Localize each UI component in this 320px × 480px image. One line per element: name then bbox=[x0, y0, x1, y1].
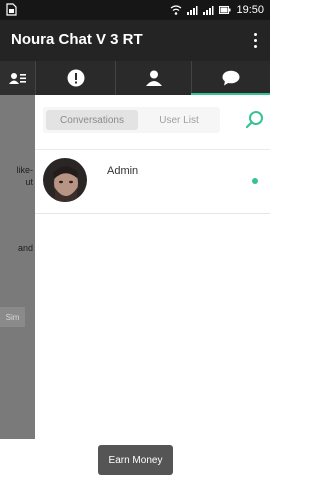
tab-contacts[interactable] bbox=[0, 61, 35, 95]
tab-profile[interactable] bbox=[115, 61, 191, 95]
more-vert-icon[interactable] bbox=[248, 28, 262, 52]
wifi-icon bbox=[171, 5, 182, 15]
drawer-text-line: like- bbox=[16, 165, 33, 175]
sim-card-icon bbox=[6, 3, 17, 16]
app-title: Noura Chat V 3 RT bbox=[11, 31, 143, 48]
conversations-panel: Conversations User List Admin bbox=[35, 95, 270, 439]
battery-icon bbox=[219, 6, 231, 14]
divider bbox=[35, 213, 270, 214]
contacts-card-icon bbox=[8, 73, 26, 84]
conversations-tab[interactable]: Conversations bbox=[46, 110, 138, 130]
signal-2-icon bbox=[203, 6, 214, 15]
tab-bar bbox=[0, 61, 270, 95]
app-bar: Noura Chat V 3 RT bbox=[0, 20, 270, 61]
status-bar: 19:50 bbox=[0, 0, 270, 20]
online-status-dot bbox=[252, 178, 258, 184]
signal-1-icon bbox=[187, 6, 198, 15]
alert-icon bbox=[67, 69, 84, 87]
drawer-text-line: ut bbox=[25, 177, 33, 187]
conversation-name: Admin bbox=[107, 165, 139, 177]
screen: 19:50 Noura Chat V 3 RT like- ut and Sim… bbox=[0, 0, 270, 480]
drawer-text-line: and bbox=[17, 243, 33, 253]
status-icons: 19:50 bbox=[170, 3, 264, 17]
segmented-control: Conversations User List bbox=[43, 107, 220, 133]
tab-alerts[interactable] bbox=[35, 61, 115, 95]
status-time: 19:50 bbox=[236, 4, 264, 16]
drawer-button[interactable]: Sim bbox=[0, 307, 25, 327]
avatar bbox=[43, 158, 87, 202]
side-drawer[interactable]: like- ut and Sim bbox=[0, 95, 35, 439]
chat-bubble-icon bbox=[222, 70, 240, 86]
tab-chats[interactable] bbox=[191, 61, 270, 95]
search-icon[interactable] bbox=[245, 110, 265, 130]
earn-money-button[interactable]: Earn Money bbox=[98, 445, 173, 475]
person-icon bbox=[145, 70, 162, 86]
conversation-row[interactable]: Admin bbox=[35, 150, 270, 213]
user-list-tab[interactable]: User List bbox=[138, 107, 220, 133]
